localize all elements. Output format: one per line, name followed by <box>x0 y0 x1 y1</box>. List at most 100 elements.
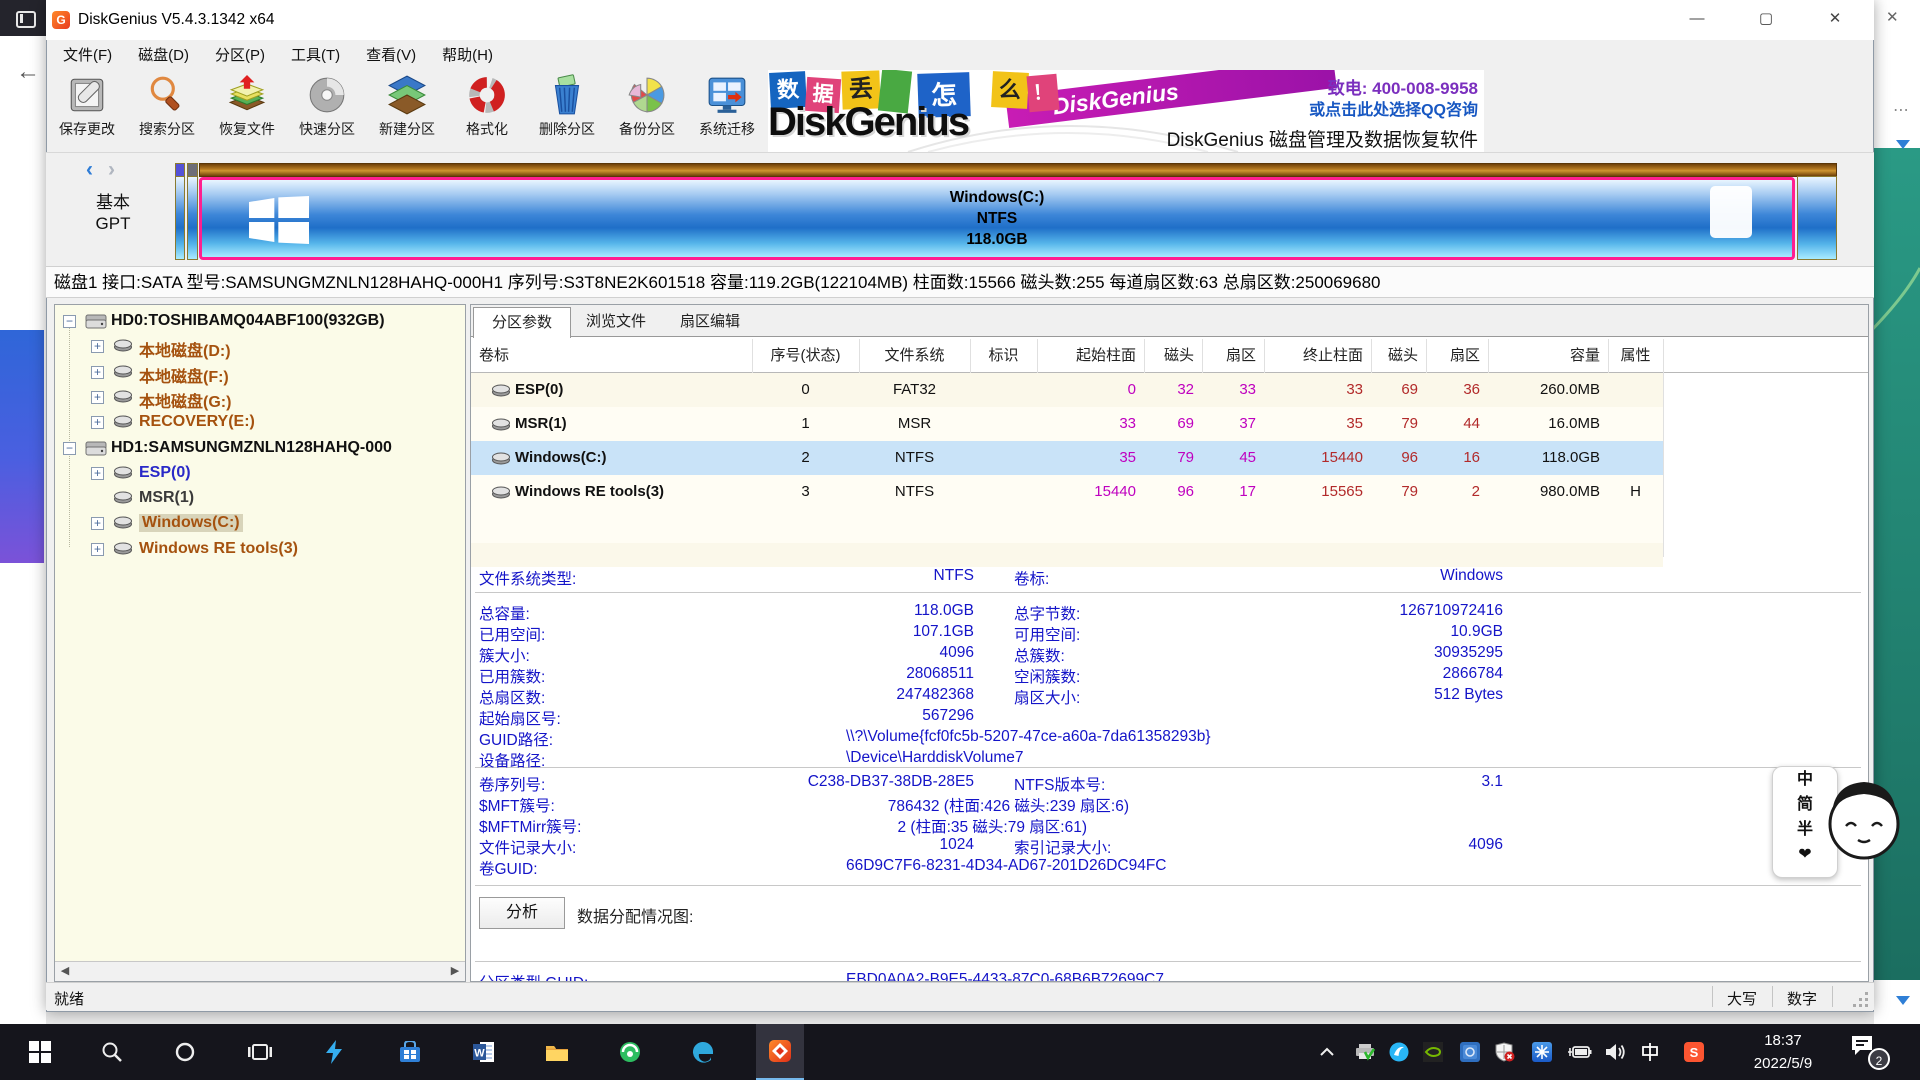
banner-qq-link[interactable]: 或点击此处选择QQ咨询 <box>1309 96 1478 120</box>
next-disk-icon[interactable]: › <box>108 158 115 182</box>
tree-item-msr-1-[interactable]: MSR(1) <box>55 488 465 512</box>
esp-partition-block[interactable] <box>175 176 185 260</box>
column-header-6[interactable]: 磁头 <box>1144 339 1202 372</box>
column-header-4[interactable]: 标识 <box>970 339 1037 372</box>
taskbar-word-icon[interactable]: W <box>460 1024 508 1080</box>
column-header-12[interactable]: 属性 <box>1608 339 1663 372</box>
column-header-9[interactable]: 磁头 <box>1371 339 1426 372</box>
tray-snowflake-icon[interactable] <box>1522 1024 1562 1080</box>
column-header-11[interactable]: 容量 <box>1488 339 1608 372</box>
prev-disk-icon[interactable]: ‹ <box>86 158 93 182</box>
taskbar-explorer-icon[interactable] <box>533 1024 581 1080</box>
scroll-left-icon[interactable]: ◀ <box>55 962 75 981</box>
column-header-1[interactable]: 卷标 <box>471 339 752 372</box>
tree-item--g-[interactable]: +本地磁盘(G:) <box>55 387 465 411</box>
disk-type-gpt: GPT <box>60 214 166 234</box>
table-row-windows-c-[interactable]: Windows(C:)2NTFS357945154409616118.0GB <box>471 441 1663 475</box>
taskbar-edge-icon[interactable] <box>679 1024 727 1080</box>
toolbar-button-6[interactable]: 格式化 <box>447 68 527 152</box>
menu-item-3[interactable]: 分区(P) <box>202 40 278 68</box>
toolbar-button-5[interactable]: 新建分区 <box>367 68 447 152</box>
tree-item-hd1-samsungmznln128hahq-000[interactable]: −HD1:SAMSUNGMZNLN128HAHQ-000 <box>55 438 465 462</box>
scroll-right-icon[interactable]: ▶ <box>445 962 465 981</box>
tray-defender-icon[interactable] <box>1485 1024 1525 1080</box>
tree-expander-icon[interactable]: + <box>91 543 104 556</box>
toolbar-button-4[interactable]: 快速分区 <box>287 68 367 152</box>
table-row-msr-1-[interactable]: MSR(1)1MSR33693735794416.0MB <box>471 407 1663 441</box>
taskbar-bolt-icon[interactable] <box>310 1024 358 1080</box>
tray-battery-icon[interactable] <box>1559 1024 1599 1080</box>
table-row-windows-re-tools-3-[interactable]: Windows RE tools(3)3NTFS1544096171556579… <box>471 475 1663 509</box>
taskbar-diskgenius-icon[interactable] <box>756 1024 804 1080</box>
cell-id <box>970 373 1037 407</box>
toolbar-button-3[interactable]: 恢复文件 <box>207 68 287 152</box>
tab-1[interactable]: 分区参数 <box>473 307 571 338</box>
taskbar-taskview-icon[interactable] <box>236 1024 284 1080</box>
toolbar-button-2[interactable]: 搜索分区 <box>127 68 207 152</box>
menu-item-2[interactable]: 磁盘(D) <box>125 40 202 68</box>
analyze-button[interactable]: 分析 <box>479 897 565 929</box>
taskbar-browser360-icon[interactable] <box>606 1024 654 1080</box>
tree-expander-icon[interactable]: − <box>63 315 76 328</box>
tab-3[interactable]: 扇区编辑 <box>663 307 757 337</box>
tree-expander-icon[interactable]: − <box>63 442 76 455</box>
scroll-down-icon[interactable] <box>1896 996 1910 1005</box>
tree-expander-icon[interactable]: + <box>91 391 104 404</box>
tree-item-windows-re-tools-3-[interactable]: +Windows RE tools(3) <box>55 539 465 563</box>
column-header-3[interactable]: 文件系统 <box>859 339 970 372</box>
tree-horizontal-scrollbar[interactable]: ◀ ▶ <box>55 961 465 981</box>
column-header-5[interactable]: 起始柱面 <box>1037 339 1144 372</box>
tab-2[interactable]: 浏览文件 <box>569 307 663 337</box>
tree-item-hd0-toshibamq04abf100-932gb-[interactable]: −HD0:TOSHIBAMQ04ABF100(932GB) <box>55 311 465 335</box>
taskbar-cortana-icon[interactable] <box>161 1024 209 1080</box>
tree-item--d-[interactable]: +本地磁盘(D:) <box>55 336 465 360</box>
detail-value: 3.1 <box>1183 773 1503 791</box>
banner-ad[interactable]: DiskGenius DiskGenius 致电: 400-008-9958 或… <box>768 70 1484 152</box>
taskbar-search-icon[interactable] <box>88 1024 136 1080</box>
column-header-8[interactable]: 终止柱面 <box>1264 339 1371 372</box>
menu-item-6[interactable]: 帮助(H) <box>429 40 506 68</box>
tree-item-recovery-e-[interactable]: +RECOVERY(E:) <box>55 412 465 436</box>
windows-c-partition-block[interactable]: Windows(C:) NTFS 118.0GB <box>199 177 1795 260</box>
tree-expander-icon[interactable]: + <box>91 340 104 353</box>
tray-nvidia-icon[interactable] <box>1413 1024 1453 1080</box>
menu-item-5[interactable]: 查看(V) <box>353 40 429 68</box>
taskbar-store-icon[interactable] <box>386 1024 434 1080</box>
re-tools-partition-block[interactable] <box>1797 176 1837 260</box>
column-header-7[interactable]: 扇区 <box>1202 339 1264 372</box>
minimize-button[interactable]: — <box>1668 0 1726 38</box>
scroll-down-icon[interactable] <box>1896 140 1910 149</box>
cell-sc: 33 <box>1037 407 1144 441</box>
notification-center-icon[interactable]: 2 <box>1850 1034 1874 1061</box>
background-close-icon[interactable]: ✕ <box>1886 8 1899 26</box>
menu-item-1[interactable]: 文件(F) <box>50 40 125 68</box>
tray-sogou-icon[interactable]: S <box>1674 1024 1714 1080</box>
maximize-button[interactable]: ▢ <box>1737 0 1795 38</box>
detail-label: 卷标: <box>1014 567 1049 589</box>
column-header-2[interactable]: 序号(状态) <box>752 339 859 372</box>
msr-partition-block[interactable] <box>187 176 198 260</box>
tray-ime-cn-icon[interactable] <box>1630 1024 1670 1080</box>
tree-expander-icon[interactable]: + <box>91 366 104 379</box>
tree-item-esp-0-[interactable]: +ESP(0) <box>55 463 465 487</box>
tray-intel-icon[interactable] <box>1450 1024 1490 1080</box>
toolbar-button-9[interactable]: 系统迁移 <box>687 68 767 152</box>
column-header-10[interactable]: 扇区 <box>1426 339 1488 372</box>
toolbar-button-7[interactable]: 删除分区 <box>527 68 607 152</box>
toolbar-button-8[interactable]: 备份分区 <box>607 68 687 152</box>
back-arrow-icon[interactable]: ← <box>16 58 40 86</box>
tree-expander-icon[interactable]: + <box>91 416 104 429</box>
tree-expander-icon[interactable]: + <box>91 467 104 480</box>
more-options-icon[interactable]: ⋯ <box>1893 100 1910 120</box>
partition-icon <box>113 365 133 383</box>
menu-item-4[interactable]: 工具(T) <box>278 40 353 68</box>
table-row-esp-0-[interactable]: ESP(0)0FAT3203233336936260.0MB <box>471 373 1663 407</box>
tray-tray-expand-icon[interactable] <box>1307 1024 1347 1080</box>
tree-item--f-[interactable]: +本地磁盘(F:) <box>55 362 465 386</box>
taskbar-start-icon[interactable] <box>16 1024 64 1080</box>
close-button[interactable]: ✕ <box>1806 0 1864 38</box>
tree-expander-icon[interactable]: + <box>91 517 104 530</box>
tree-item-windows-c-[interactable]: +Windows(C:) <box>55 513 465 537</box>
toolbar-button-1[interactable]: 保存更改 <box>47 68 127 152</box>
taskbar-clock[interactable]: 18:37 2022/5/9 <box>1735 1029 1831 1075</box>
